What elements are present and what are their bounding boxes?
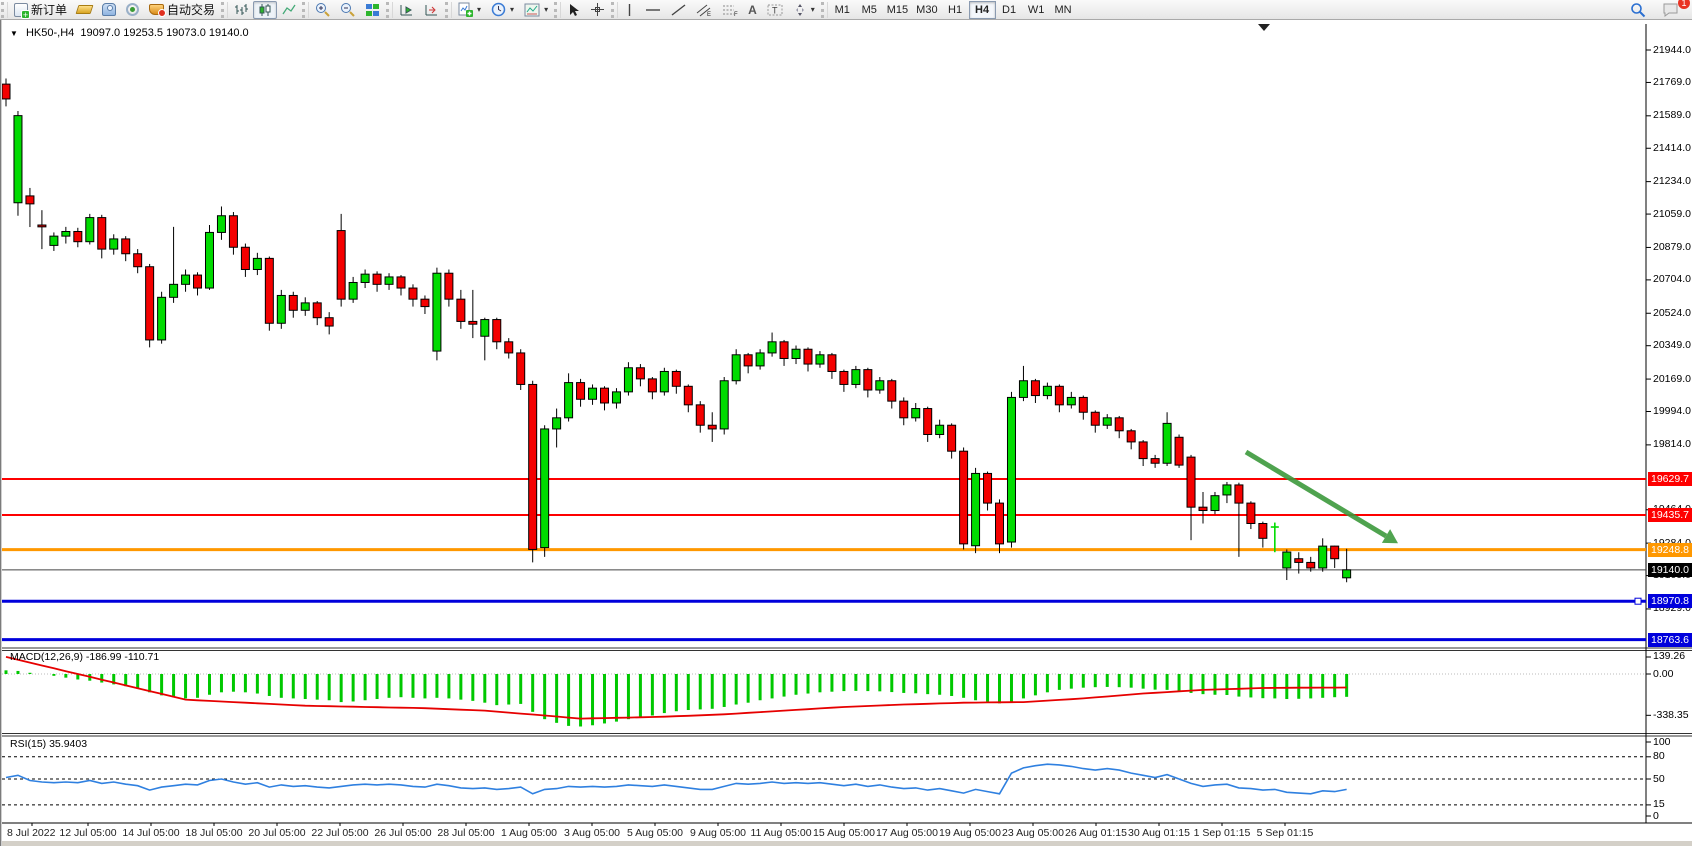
toolbar-separator xyxy=(302,2,309,18)
template-icon xyxy=(524,3,540,17)
new-order-icon: + xyxy=(14,3,28,17)
search-button[interactable] xyxy=(1625,1,1651,19)
timeframe-d1-button[interactable]: D1 xyxy=(996,1,1023,19)
toolbar-separator xyxy=(221,2,228,18)
cursor-tool-button[interactable] xyxy=(562,1,585,19)
auto-trading-button[interactable]: 自动交易 xyxy=(144,1,220,19)
zoom-out-icon xyxy=(340,2,355,17)
svg-text:E: E xyxy=(707,12,711,17)
line-chart-type-button[interactable] xyxy=(277,1,301,19)
indicators-button[interactable]: ▾ xyxy=(453,1,486,19)
candlestick-chart-icon xyxy=(258,3,272,17)
timeframe-m5-button[interactable]: M5 xyxy=(856,1,883,19)
tile-windows-icon xyxy=(365,3,380,17)
chat-bubble-icon xyxy=(1662,2,1679,17)
indicators-dropdown-caret[interactable]: ▾ xyxy=(477,5,481,14)
arrows-tool-button[interactable]: ▾ xyxy=(788,1,820,19)
line-chart-icon xyxy=(282,3,296,17)
timeframe-h1-button[interactable]: H1 xyxy=(942,1,969,19)
timeframe-m1-button[interactable]: M1 xyxy=(829,1,856,19)
chart-close-value: 19140.0 xyxy=(209,27,249,39)
chart-collapse-icon[interactable]: ▼ xyxy=(10,29,18,38)
bar-chart-icon xyxy=(234,3,248,17)
chart-window[interactable]: ▼ HK50-,H4 19097.0 19253.5 19073.0 19140… xyxy=(0,20,1692,846)
timeframe-group: M1M5M15M30H1H4D1W1MN xyxy=(829,1,1077,19)
text-label-tool-button[interactable]: T xyxy=(762,1,788,19)
fibonacci-icon: F xyxy=(722,3,738,17)
toolbar-separator xyxy=(386,2,393,18)
auto-scroll-icon xyxy=(399,3,414,17)
horizontal-line-tool-button[interactable] xyxy=(640,1,666,19)
trendline-icon xyxy=(671,3,686,17)
horizontal-line-icon xyxy=(645,3,661,17)
clock-icon xyxy=(491,2,506,17)
candlestick-chart-type-button[interactable] xyxy=(253,1,277,19)
trendline-tool-button[interactable] xyxy=(666,1,691,19)
equidistant-channel-tool-button[interactable]: E xyxy=(691,1,717,19)
arrows-icon xyxy=(793,3,807,17)
zoom-in-icon xyxy=(315,2,330,17)
toolbar-drag-handle[interactable] xyxy=(1,2,8,18)
svg-text:F: F xyxy=(734,12,738,17)
crosshair-icon xyxy=(590,2,605,17)
signals-button[interactable] xyxy=(121,1,144,19)
auto-scroll-button[interactable] xyxy=(394,1,419,19)
macd-indicator-label: MACD(12,26,9) -186.99 -110.71 xyxy=(10,651,159,663)
trading-terminal-window: + 新订单 自动交易 xyxy=(0,0,1692,846)
toolbar-separator xyxy=(611,2,618,18)
periods-button[interactable]: ▾ xyxy=(486,1,519,19)
chart-open-value: 19097.0 xyxy=(80,27,120,39)
signal-broadcast-icon xyxy=(126,3,139,16)
timeframe-w1-button[interactable]: W1 xyxy=(1023,1,1050,19)
chart-shift-button[interactable] xyxy=(419,1,444,19)
equidistant-channel-icon: E xyxy=(696,3,712,17)
chart-title: ▼ HK50-,H4 19097.0 19253.5 19073.0 19140… xyxy=(10,27,249,39)
main-toolbar: + 新订单 自动交易 xyxy=(0,0,1692,20)
new-order-label: 新订单 xyxy=(31,1,67,18)
toolbar-separator xyxy=(554,2,561,18)
search-icon xyxy=(1630,2,1646,18)
notifications-button[interactable]: 1 xyxy=(1657,1,1684,19)
fibonacci-tool-button[interactable]: F xyxy=(717,1,743,19)
bar-chart-type-button[interactable] xyxy=(229,1,253,19)
crosshair-tool-button[interactable] xyxy=(585,1,610,19)
vertical-line-tool-button[interactable] xyxy=(619,1,640,19)
vertical-line-icon xyxy=(624,3,635,17)
indicators-icon xyxy=(458,2,473,17)
new-order-button[interactable]: + 新订单 xyxy=(9,1,72,19)
arrows-dropdown-caret[interactable]: ▾ xyxy=(811,5,815,14)
templates-button[interactable]: ▾ xyxy=(519,1,553,19)
chart-plot-area[interactable] xyxy=(2,20,1692,846)
toolbar-separator xyxy=(445,2,452,18)
notification-badge: 1 xyxy=(1678,0,1690,9)
zoom-in-button[interactable] xyxy=(310,1,335,19)
community-person-icon xyxy=(102,3,116,16)
tile-windows-button[interactable] xyxy=(360,1,385,19)
market-watch-button[interactable] xyxy=(72,1,97,19)
text-icon: A xyxy=(748,3,757,17)
timeframe-h4-button[interactable]: H4 xyxy=(969,1,996,19)
templates-dropdown-caret[interactable]: ▾ xyxy=(544,5,548,14)
chart-high-value: 19253.5 xyxy=(123,27,163,39)
text-tool-button[interactable]: A xyxy=(743,1,762,19)
chart-symbol-period: HK50-,H4 xyxy=(26,27,74,39)
cursor-icon xyxy=(567,3,580,17)
timeframe-m15-button[interactable]: M15 xyxy=(883,1,912,19)
svg-text:T: T xyxy=(772,5,778,15)
text-label-icon: T xyxy=(767,3,783,17)
periods-dropdown-caret[interactable]: ▾ xyxy=(510,5,514,14)
gold-bar-icon xyxy=(76,5,94,14)
chart-low-value: 19073.0 xyxy=(166,27,206,39)
timeframe-mn-button[interactable]: MN xyxy=(1050,1,1077,19)
rsi-indicator-label: RSI(15) 35.9403 xyxy=(10,738,87,750)
toolbar-separator xyxy=(821,2,828,18)
community-button[interactable] xyxy=(97,1,121,19)
auto-trading-label: 自动交易 xyxy=(167,1,215,18)
auto-trading-icon xyxy=(149,4,164,15)
zoom-out-button[interactable] xyxy=(335,1,360,19)
timeframe-m30-button[interactable]: M30 xyxy=(912,1,941,19)
chart-shift-icon xyxy=(424,3,439,17)
